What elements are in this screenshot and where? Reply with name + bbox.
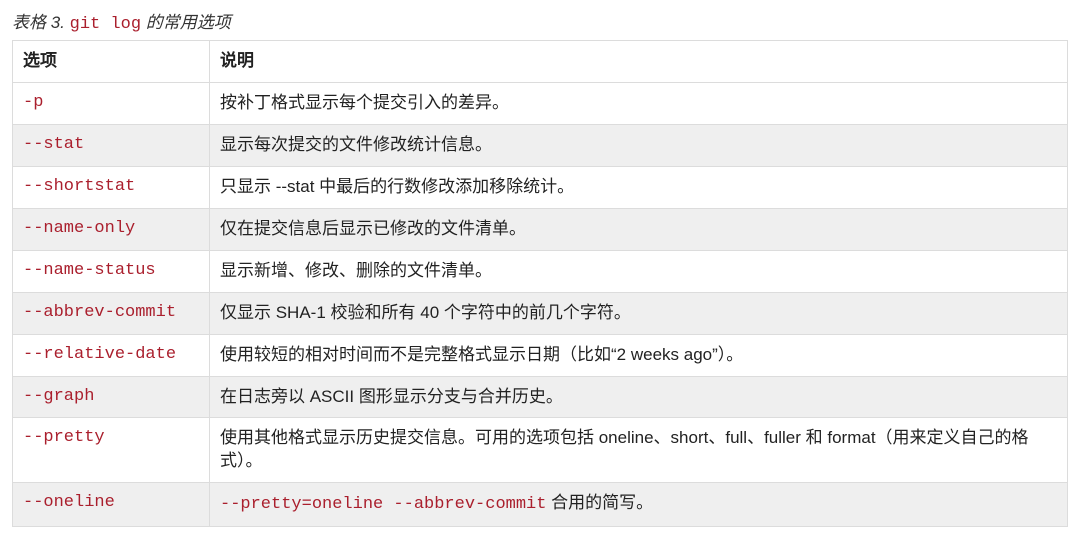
header-option: 选项	[13, 41, 210, 83]
table-row: -p 按补丁格式显示每个提交引入的差异。	[13, 82, 1068, 124]
description-cell: 只显示 --stat 中最后的行数修改添加移除统计。	[210, 166, 1068, 208]
caption-prefix: 表格 3.	[12, 13, 70, 32]
table-caption: 表格 3. git log 的常用选项	[12, 8, 1068, 34]
option-cell: --oneline	[13, 483, 210, 527]
option-cell: --name-status	[13, 250, 210, 292]
description-cell: --pretty=oneline --abbrev-commit 合用的简写。	[210, 483, 1068, 527]
description-cell: 显示新增、修改、删除的文件清单。	[210, 250, 1068, 292]
description-cell: 在日志旁以 ASCII 图形显示分支与合并历史。	[210, 376, 1068, 418]
option-cell: --stat	[13, 124, 210, 166]
table-row: --abbrev-commit 仅显示 SHA-1 校验和所有 40 个字符中的…	[13, 292, 1068, 334]
table-row: --stat 显示每次提交的文件修改统计信息。	[13, 124, 1068, 166]
description-cell: 使用其他格式显示历史提交信息。可用的选项包括 oneline、short、ful…	[210, 418, 1068, 483]
table-row: --pretty 使用其他格式显示历史提交信息。可用的选项包括 oneline、…	[13, 418, 1068, 483]
table-row: --shortstat 只显示 --stat 中最后的行数修改添加移除统计。	[13, 166, 1068, 208]
table-row: --name-only 仅在提交信息后显示已修改的文件清单。	[13, 208, 1068, 250]
description-cell: 按补丁格式显示每个提交引入的差异。	[210, 82, 1068, 124]
header-description: 说明	[210, 41, 1068, 83]
description-suffix: 合用的简写。	[546, 493, 653, 512]
caption-suffix: 的常用选项	[141, 13, 231, 32]
option-cell: -p	[13, 82, 210, 124]
table-header-row: 选项 说明	[13, 41, 1068, 83]
description-cell: 使用较短的相对时间而不是完整格式显示日期（比如“2 weeks ago”）。	[210, 334, 1068, 376]
description-code: --pretty=oneline --abbrev-commit	[220, 495, 546, 514]
description-cell: 仅在提交信息后显示已修改的文件清单。	[210, 208, 1068, 250]
description-cell: 仅显示 SHA-1 校验和所有 40 个字符中的前几个字符。	[210, 292, 1068, 334]
option-cell: --name-only	[13, 208, 210, 250]
table-row: --oneline --pretty=oneline --abbrev-comm…	[13, 483, 1068, 527]
option-cell: --abbrev-commit	[13, 292, 210, 334]
table-row: --relative-date 使用较短的相对时间而不是完整格式显示日期（比如“…	[13, 334, 1068, 376]
description-cell: 显示每次提交的文件修改统计信息。	[210, 124, 1068, 166]
options-table: 选项 说明 -p 按补丁格式显示每个提交引入的差异。 --stat 显示每次提交…	[12, 40, 1068, 527]
caption-code: git log	[70, 15, 141, 34]
option-cell: --shortstat	[13, 166, 210, 208]
option-cell: --graph	[13, 376, 210, 418]
table-row: --graph 在日志旁以 ASCII 图形显示分支与合并历史。	[13, 376, 1068, 418]
option-cell: --pretty	[13, 418, 210, 483]
option-cell: --relative-date	[13, 334, 210, 376]
table-row: --name-status 显示新增、修改、删除的文件清单。	[13, 250, 1068, 292]
